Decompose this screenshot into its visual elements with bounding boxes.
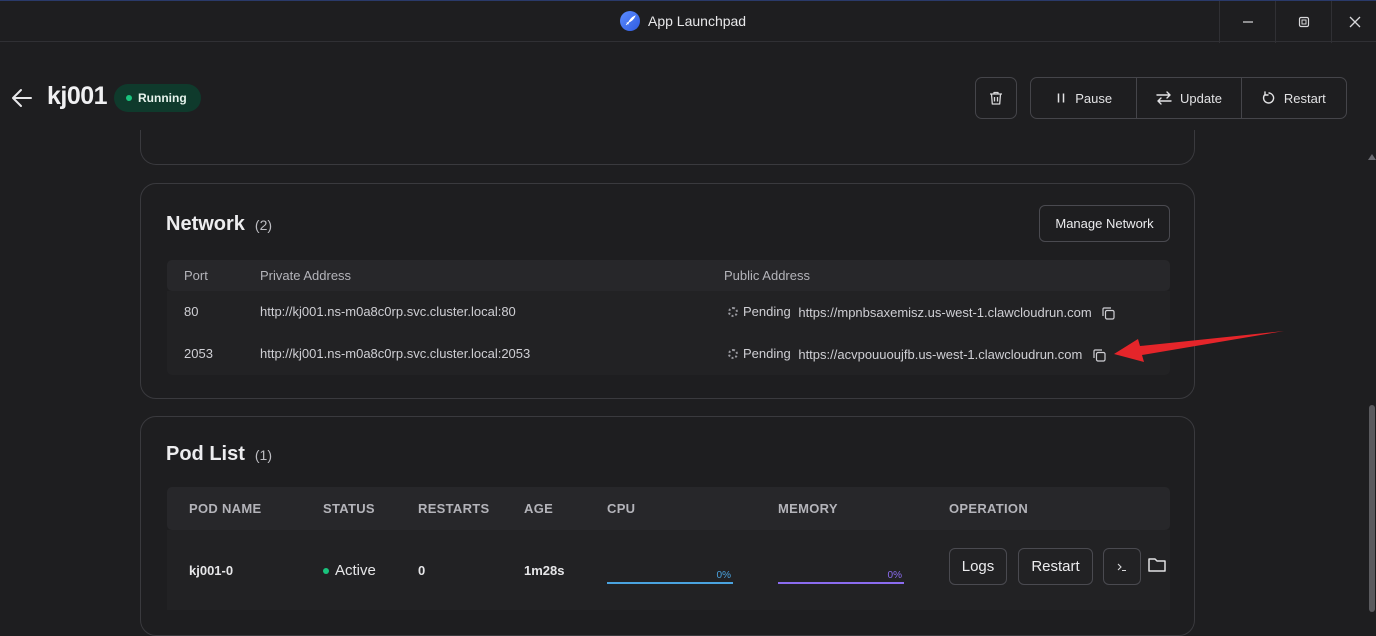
active-dot-icon: [323, 567, 329, 574]
restart-button[interactable]: Restart: [1242, 78, 1346, 118]
pending-text: Pending: [743, 346, 791, 361]
cpu-value: 0%: [716, 570, 731, 581]
folder-icon: [1148, 558, 1166, 572]
back-button[interactable]: [10, 86, 34, 110]
table-row: kj001-0 Active 0 1m28s 0% 0% Logs Restar…: [167, 530, 1170, 610]
network-table-body: 80 http://kj001.ns-m0a8c0rp.svc.cluster.…: [167, 291, 1170, 375]
network-card: Network (2) Manage Network Port Private …: [140, 183, 1195, 399]
table-row: 80 http://kj001.ns-m0a8c0rp.svc.cluster.…: [167, 291, 1170, 333]
public-address-link[interactable]: https://acvpouuoujfb.us-west-1.clawcloud…: [798, 347, 1082, 362]
folder-button[interactable]: [1147, 556, 1167, 577]
network-count: (2): [254, 217, 273, 233]
restart-label: Restart: [1283, 90, 1326, 106]
minimize-button[interactable]: [1219, 1, 1276, 43]
network-title-text: Network: [166, 213, 245, 235]
pause-label: Pause: [1075, 90, 1113, 106]
pod-restarts: 0: [418, 563, 426, 578]
pod-list-title: Pod List (1): [166, 443, 272, 466]
column-status: STATUS: [323, 501, 375, 516]
cpu-usage-bar: 0%: [607, 570, 733, 584]
previous-card-edge: [140, 130, 1195, 165]
status-dot-icon: [126, 95, 132, 101]
action-button-group: Pause Update Restart: [1030, 77, 1347, 119]
private-address[interactable]: http://kj001.ns-m0a8c0rp.svc.cluster.loc…: [260, 304, 516, 319]
status-text: Running: [138, 91, 187, 105]
restore-icon: [1298, 16, 1310, 28]
pod-list-count: (1): [254, 447, 273, 463]
status-badge: Running: [114, 84, 201, 112]
rocket-icon: [620, 11, 640, 31]
scrollbar-thumb[interactable]: [1369, 405, 1375, 612]
public-address-cell: Pending https://acvpouuoujfb.us-west-1.c…: [728, 346, 1107, 363]
terminal-button[interactable]: [1103, 548, 1141, 585]
annotation-arrow-icon: [1114, 331, 1284, 362]
pod-age: 1m28s: [524, 563, 565, 578]
spinner-icon: [728, 348, 738, 359]
window-titlebar: App Launchpad: [0, 0, 1376, 43]
column-public-address: Public Address: [724, 268, 810, 283]
network-table-header: Port Private Address Public Address: [167, 260, 1170, 291]
pod-status-text: Active: [335, 562, 376, 579]
pod-restart-button[interactable]: Restart: [1018, 548, 1093, 585]
app-title-text: App Launchpad: [648, 13, 747, 29]
app-title: App Launchpad: [620, 11, 746, 31]
minimize-icon: [1243, 21, 1253, 23]
arrow-left-icon: [12, 89, 32, 107]
network-title: Network (2): [166, 213, 272, 236]
close-icon: [1349, 16, 1360, 28]
pause-button[interactable]: Pause: [1031, 78, 1138, 118]
update-label: Update: [1180, 90, 1222, 106]
manage-network-button[interactable]: Manage Network: [1039, 205, 1170, 242]
pending-status: Pending: [728, 304, 791, 319]
swap-icon: [1156, 91, 1172, 105]
column-memory: MEMORY: [778, 501, 838, 516]
pause-icon: [1057, 93, 1065, 103]
column-restarts: RESTARTS: [418, 501, 490, 516]
update-button[interactable]: Update: [1137, 78, 1242, 118]
port-value: 80: [184, 304, 199, 319]
pod-list-card: Pod List (1) POD NAME STATUS RESTARTS AG…: [140, 416, 1195, 636]
pending-text: Pending: [743, 304, 791, 319]
terminal-icon: [1117, 563, 1126, 571]
pod-table-header: POD NAME STATUS RESTARTS AGE CPU MEMORY …: [167, 487, 1170, 530]
public-address-cell: Pending https://mpnbsaxemisz.us-west-1.c…: [728, 304, 1116, 321]
app-name: kj001: [47, 82, 108, 110]
public-address-link[interactable]: https://mpnbsaxemisz.us-west-1.clawcloud…: [798, 305, 1091, 320]
table-row: 2053 http://kj001.ns-m0a8c0rp.svc.cluste…: [167, 333, 1170, 375]
private-address[interactable]: http://kj001.ns-m0a8c0rp.svc.cluster.loc…: [260, 346, 530, 361]
pod-status: Active: [323, 562, 376, 579]
column-cpu: CPU: [607, 501, 636, 516]
memory-bar-line: [778, 582, 904, 584]
pending-status: Pending: [728, 346, 791, 361]
scroll-up-icon[interactable]: [1368, 154, 1376, 160]
logs-button[interactable]: Logs: [949, 548, 1007, 585]
pod-list-title-text: Pod List: [166, 443, 245, 465]
copy-icon[interactable]: [1101, 306, 1116, 321]
refresh-icon: [1262, 91, 1275, 104]
column-operation: OPERATION: [949, 501, 1029, 516]
column-age: AGE: [524, 501, 554, 516]
copy-icon[interactable]: [1092, 348, 1107, 363]
port-value: 2053: [184, 346, 213, 361]
close-button[interactable]: [1331, 1, 1376, 43]
column-port: Port: [184, 268, 208, 283]
memory-usage-bar: 0%: [778, 570, 904, 584]
restore-button[interactable]: [1275, 1, 1332, 43]
column-pod-name: POD NAME: [189, 501, 262, 516]
spinner-icon: [728, 306, 738, 317]
pod-name: kj001-0: [189, 563, 234, 578]
trash-icon: [990, 91, 1002, 105]
cpu-bar-line: [607, 582, 733, 584]
memory-value: 0%: [887, 570, 902, 581]
delete-button[interactable]: [975, 77, 1017, 119]
column-private-address: Private Address: [260, 268, 352, 283]
